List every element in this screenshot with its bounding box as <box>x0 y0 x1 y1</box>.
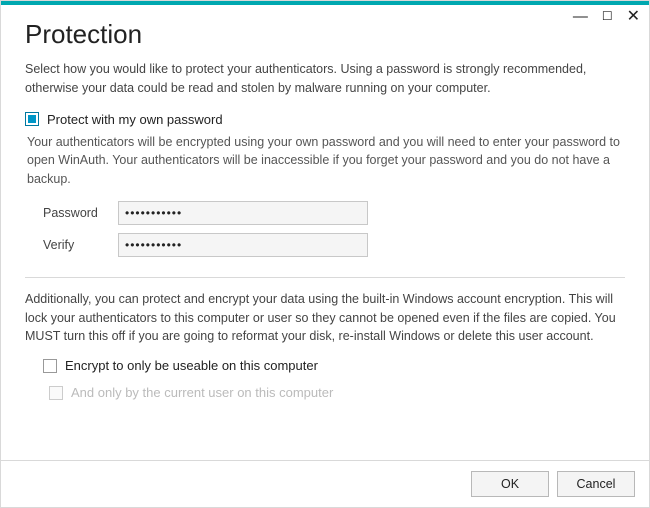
dialog-content: Protection Select how you would like to … <box>1 5 649 460</box>
additional-text: Additionally, you can protect and encryp… <box>25 290 625 346</box>
encrypt-computer-label[interactable]: Encrypt to only be useable on this compu… <box>65 358 318 373</box>
protect-password-label[interactable]: Protect with my own password <box>47 112 223 127</box>
encrypt-computer-row: Encrypt to only be useable on this compu… <box>43 358 625 373</box>
protection-dialog: — ☐ ✕ Protection Select how you would li… <box>0 0 650 508</box>
password-label: Password <box>43 206 118 220</box>
encrypt-user-row: And only by the current user on this com… <box>49 385 625 400</box>
section-divider <box>25 277 625 278</box>
protect-password-checkbox[interactable] <box>25 112 39 126</box>
encrypt-user-label: And only by the current user on this com… <box>71 385 333 400</box>
close-icon[interactable]: ✕ <box>627 6 640 26</box>
ok-button[interactable]: OK <box>471 471 549 497</box>
maximize-icon[interactable]: ☐ <box>602 9 613 23</box>
verify-row: Verify <box>43 233 625 257</box>
encrypt-computer-checkbox[interactable] <box>43 359 57 373</box>
encrypt-user-checkbox <box>49 386 63 400</box>
window-controls: — ☐ ✕ <box>573 6 640 26</box>
cancel-button[interactable]: Cancel <box>557 471 635 497</box>
intro-text: Select how you would like to protect you… <box>25 60 625 98</box>
verify-input[interactable] <box>118 233 368 257</box>
protect-password-row: Protect with my own password <box>25 112 625 127</box>
protect-password-description: Your authenticators will be encrypted us… <box>27 133 625 189</box>
dialog-footer: OK Cancel <box>1 460 649 507</box>
minimize-icon[interactable]: — <box>573 8 588 25</box>
password-row: Password <box>43 201 625 225</box>
verify-label: Verify <box>43 238 118 252</box>
page-title: Protection <box>25 19 625 50</box>
password-input[interactable] <box>118 201 368 225</box>
